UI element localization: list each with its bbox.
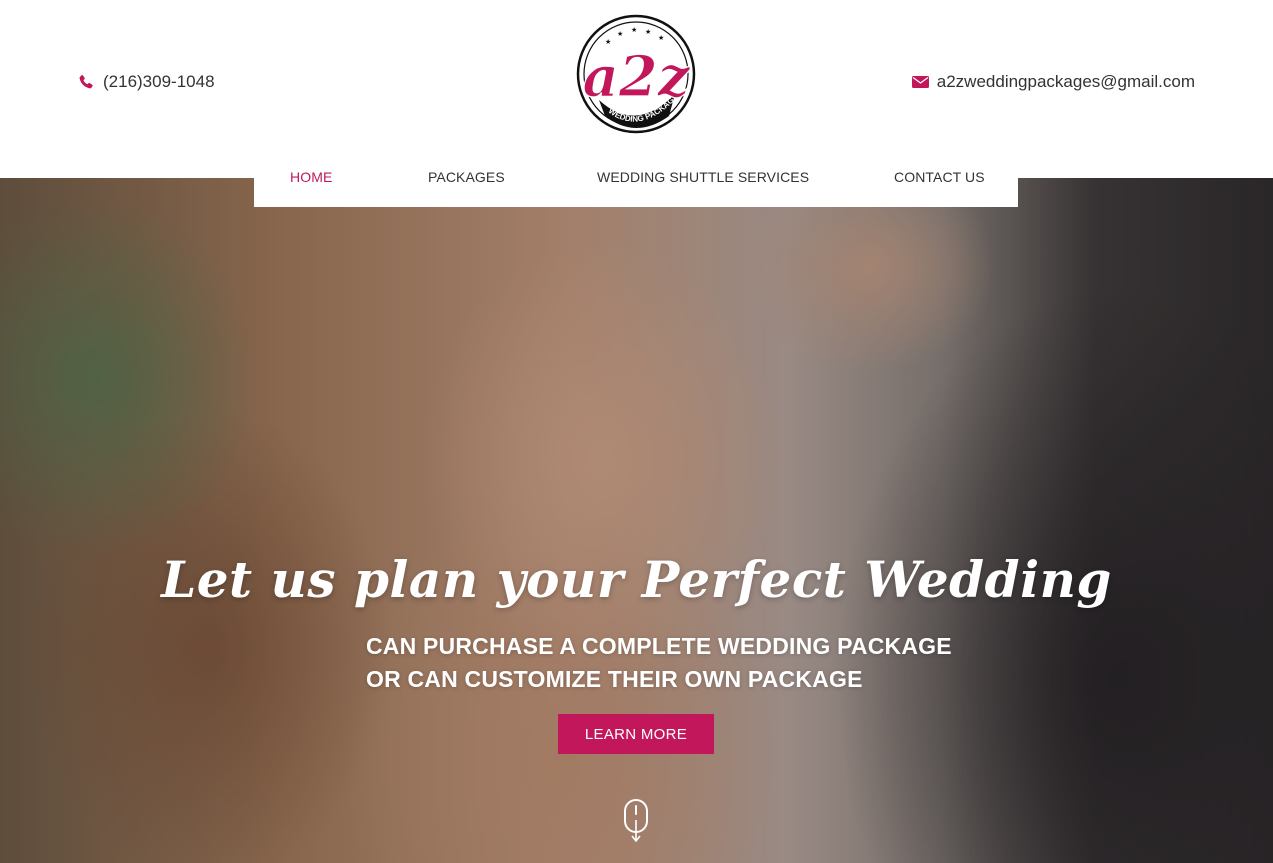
nav-wedding-shuttle-services[interactable]: WEDDING SHUTTLE SERVICES (597, 169, 809, 185)
logo-wordmark: a2z (582, 44, 690, 110)
phone-icon (78, 74, 94, 90)
hero-headline: Let us plan your Perfect Wedding (161, 550, 1112, 609)
mouse-scroll-icon[interactable] (622, 798, 650, 844)
nav-contact-us[interactable]: CONTACT US (894, 169, 985, 185)
hero-section: Let us plan your Perfect Wedding CAN PUR… (0, 178, 1273, 863)
hero-image-overlay (0, 178, 1273, 863)
main-nav: HOME PACKAGES WEDDING SHUTTLE SERVICES C… (254, 160, 1018, 207)
svg-text:★: ★ (631, 26, 637, 34)
svg-text:★: ★ (645, 28, 651, 36)
email-contact[interactable]: a2zweddingpackages@gmail.com (911, 72, 1195, 92)
svg-text:★: ★ (617, 30, 623, 38)
nav-home[interactable]: HOME (290, 169, 332, 185)
learn-more-button[interactable]: LEARN MORE (558, 714, 714, 754)
envelope-icon (911, 74, 929, 90)
hero-subline-1: CAN PURCHASE A COMPLETE WEDDING PACKAGE (366, 633, 952, 659)
a2z-logo[interactable]: ★★★★★ a2z WEDDING PACKAGES (562, 5, 707, 138)
phone-number: (216)309-1048 (103, 72, 215, 91)
nav-packages[interactable]: PACKAGES (428, 169, 505, 185)
phone-contact[interactable]: (216)309-1048 (78, 72, 215, 92)
site-header: (216)309-1048 ★★★★★ a2z WEDDING PACKAGES… (0, 0, 1273, 178)
svg-text:★: ★ (658, 34, 664, 42)
hero-subline-2: OR CAN CUSTOMIZE THEIR OWN PACKAGE (366, 666, 863, 692)
email-address: a2zweddingpackages@gmail.com (936, 72, 1195, 91)
